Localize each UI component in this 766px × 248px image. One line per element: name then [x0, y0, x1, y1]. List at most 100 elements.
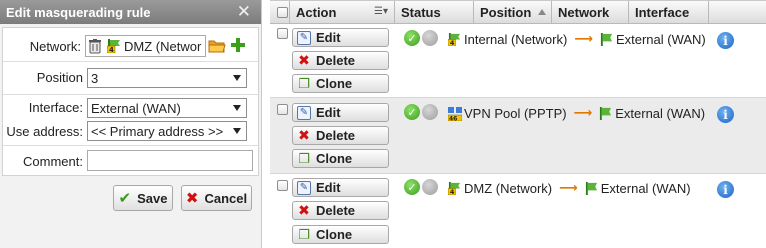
add-icon[interactable] — [230, 37, 246, 53]
edit-icon: ✎ — [297, 180, 311, 195]
sort-asc-icon — [538, 9, 546, 15]
delete-icon: ✖ — [298, 52, 310, 68]
info-icon[interactable]: i — [717, 181, 734, 198]
edit-button[interactable]: ✎ Edit — [292, 28, 389, 47]
info-icon[interactable]: i — [717, 106, 734, 123]
vpn-pool-icon: 46 — [447, 106, 463, 122]
cancel-label: Cancel — [204, 190, 248, 206]
clone-icon: ❐ — [298, 226, 310, 242]
rule-source: VPN Pool (PPTP) — [464, 105, 567, 121]
info-icon[interactable]: i — [717, 32, 734, 49]
network-badge-4-icon: 4 — [107, 39, 121, 53]
use-address-value: << Primary address >> — [91, 123, 224, 139]
status-enabled-icon[interactable]: ✓ — [404, 30, 420, 46]
interface-label: Interface: — [28, 100, 83, 115]
dialog-title: Edit masquerading rule — [6, 4, 151, 20]
delete-button[interactable]: ✖ Delete — [292, 126, 389, 145]
interface-flag-icon — [585, 181, 598, 195]
table-row: ✎ Edit ✖ Delete ❐ Clone ✓ 4 Internal (Netwo… — [270, 24, 766, 98]
arrow-right-icon: ⟶ — [574, 31, 593, 46]
rule-target: External (WAN) — [615, 105, 706, 121]
select-all-checkbox[interactable] — [277, 7, 288, 18]
checkmark-icon: ✔ — [118, 190, 132, 207]
status-enabled-icon[interactable]: ✓ — [404, 104, 420, 120]
column-menu-icon[interactable]: ☰▾ — [374, 6, 388, 17]
edit-masquerading-dialog: Edit masquerading rule ✕ Network: 4 DMZ … — [0, 0, 262, 248]
use-address-select[interactable]: << Primary address >> — [87, 121, 247, 141]
rule-source: Internal (Network) — [464, 31, 568, 47]
svg-text:46: 46 — [449, 115, 457, 121]
row-checkbox[interactable] — [277, 28, 288, 39]
interface-flag-icon — [600, 32, 613, 46]
folder-icon[interactable] — [208, 38, 226, 54]
status-disabled-icon[interactable] — [422, 104, 438, 120]
delete-button[interactable]: ✖ Delete — [292, 51, 389, 70]
rule-target: External (WAN) — [600, 180, 691, 196]
clone-button[interactable]: ❐ Clone — [292, 149, 389, 168]
dialog-form: Network: 4 DMZ (Networ Position 3 Interf… — [2, 27, 259, 176]
status-disabled-icon[interactable] — [422, 179, 438, 195]
dropdown-arrow-icon — [233, 75, 241, 81]
network-field[interactable]: 4 DMZ (Networ — [85, 35, 206, 57]
clone-button[interactable]: ❐ Clone — [292, 225, 389, 244]
arrow-right-icon: ⟶ — [573, 105, 593, 120]
edit-icon: ✎ — [297, 105, 311, 120]
rule-summary: 4 DMZ (Network) ⟶ External (WAN) — [447, 179, 691, 197]
separator — [3, 145, 258, 146]
network-label: Network: — [29, 39, 81, 54]
clone-button[interactable]: ❐ Clone — [292, 74, 389, 93]
masquerading-rules-table: Action ☰▾ Status Position Network Interf… — [270, 0, 766, 248]
network-badge-4-icon: 4 — [447, 181, 461, 196]
svg-text:4: 4 — [109, 46, 114, 53]
separator — [3, 61, 258, 62]
header-interface[interactable]: Interface — [628, 1, 708, 24]
rule-target: External (WAN) — [615, 31, 706, 47]
interface-value: External (WAN) — [91, 100, 181, 116]
separator — [3, 94, 258, 95]
rule-source: DMZ (Network) — [464, 180, 553, 196]
row-checkbox[interactable] — [277, 180, 288, 191]
table-row: ✎ Edit ✖ Delete ❐ Clone ✓ 4 DMZ (Network) ⟶… — [270, 174, 766, 248]
interface-flag-icon — [599, 106, 612, 120]
header-position[interactable]: Position — [473, 1, 551, 24]
svg-text:4: 4 — [450, 188, 455, 195]
use-address-label: Use address: — [6, 124, 83, 139]
rule-summary: 4 Internal (Network) ⟶ External (WAN) — [447, 30, 706, 48]
clone-icon: ❐ — [298, 75, 310, 91]
network-badge-4-icon: 4 — [447, 32, 461, 47]
status-disabled-icon[interactable] — [422, 30, 438, 46]
table-row: ✎ Edit ✖ Delete ❐ Clone ✓ 46 VPN Pool (PPTP… — [270, 98, 766, 174]
position-select[interactable]: 3 — [87, 68, 247, 88]
comment-input[interactable] — [87, 150, 253, 171]
status-enabled-icon[interactable]: ✓ — [404, 179, 420, 195]
svg-text:4: 4 — [450, 39, 455, 46]
close-icon[interactable]: ✕ — [237, 2, 251, 22]
save-label: Save — [137, 190, 168, 206]
cancel-button[interactable]: ✖ Cancel — [181, 185, 252, 211]
row-checkbox[interactable] — [277, 104, 288, 115]
trash-icon[interactable] — [89, 38, 102, 54]
header-status[interactable]: Status — [394, 1, 473, 24]
edit-button[interactable]: ✎ Edit — [292, 178, 389, 197]
arrow-right-icon: ⟶ — [559, 180, 578, 195]
edit-icon: ✎ — [297, 30, 311, 45]
header-action[interactable]: Action ☰▾ — [289, 1, 394, 24]
header-network[interactable]: Network — [551, 1, 628, 24]
header-extra — [708, 1, 766, 24]
delete-button[interactable]: ✖ Delete — [292, 201, 389, 220]
cross-icon: ✖ — [185, 190, 199, 207]
delete-icon: ✖ — [298, 202, 310, 218]
rule-summary: 46 VPN Pool (PPTP) ⟶ External (WAN) — [447, 104, 706, 122]
clone-icon: ❐ — [298, 150, 310, 166]
dropdown-arrow-icon — [233, 128, 241, 134]
save-button[interactable]: ✔ Save — [113, 185, 173, 211]
table-header: Action ☰▾ Status Position Network Interf… — [270, 0, 766, 24]
edit-button[interactable]: ✎ Edit — [292, 103, 389, 122]
interface-select[interactable]: External (WAN) — [87, 98, 247, 118]
position-value: 3 — [91, 70, 99, 86]
dialog-titlebar: Edit masquerading rule ✕ — [0, 0, 261, 24]
comment-label: Comment: — [23, 154, 83, 169]
dropdown-arrow-icon — [233, 105, 241, 111]
position-label: Position — [36, 70, 83, 85]
delete-icon: ✖ — [298, 127, 310, 143]
